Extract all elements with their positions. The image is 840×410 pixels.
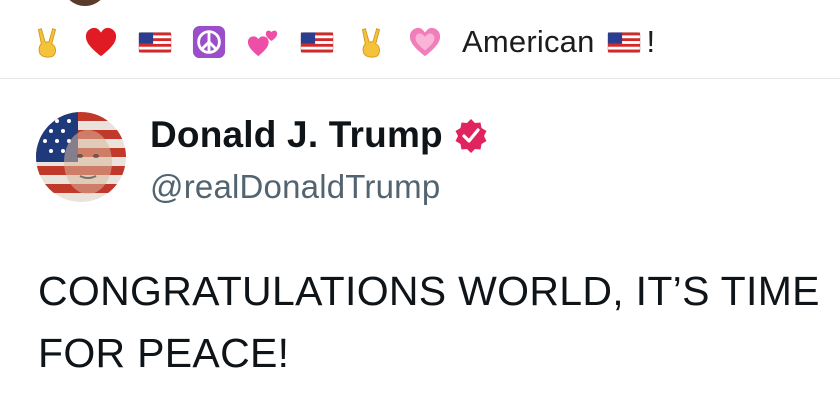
us-flag-icon bbox=[300, 25, 334, 59]
peace-symbol-icon bbox=[192, 25, 226, 59]
victory-hand-icon bbox=[354, 25, 388, 59]
red-heart-icon bbox=[84, 25, 118, 59]
tweet-body: CONGRATULATIONS WORLD, IT’S TIME FOR PEA… bbox=[38, 268, 820, 376]
caption-text: American bbox=[462, 24, 595, 59]
tweet-author-handle[interactable]: @realDonaldTrump bbox=[150, 168, 440, 206]
two-hearts-icon bbox=[246, 25, 280, 59]
victory-hand-icon bbox=[30, 25, 64, 59]
tweet-author-avatar[interactable] bbox=[36, 112, 126, 202]
tweet-author-name[interactable]: Donald J. Trump bbox=[150, 114, 443, 156]
us-flag-icon bbox=[138, 25, 172, 59]
tweet-author-row: Donald J. Trump bbox=[150, 114, 489, 156]
embedded-tweet[interactable]: Donald J. Trump @realDonaldTrump CONGRAT… bbox=[0, 80, 840, 410]
caption-tail: ! bbox=[607, 24, 656, 60]
avatar[interactable] bbox=[62, 0, 108, 6]
divider bbox=[0, 78, 840, 79]
screenshot-frame: American ! Donald J. Trump @realDonaldTr… bbox=[0, 0, 840, 410]
reply-caption: American ! bbox=[30, 20, 655, 64]
caption-trailing-text: ! bbox=[646, 24, 656, 59]
sparkling-heart-icon bbox=[408, 25, 442, 59]
us-flag-icon bbox=[607, 25, 641, 59]
verified-badge-icon bbox=[453, 117, 489, 153]
